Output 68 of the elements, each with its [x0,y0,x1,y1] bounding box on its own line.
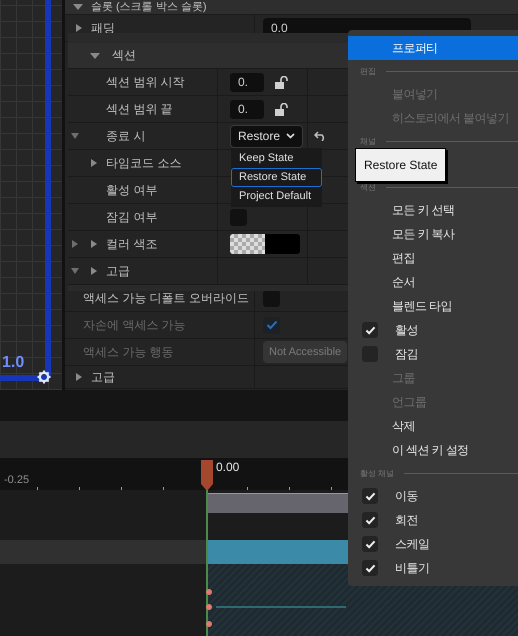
collapse-arrow-icon[interactable] [70,266,80,276]
checkbox[interactable] [362,560,378,576]
checkmark-icon [364,492,376,500]
expand-arrow-icon[interactable] [90,158,98,168]
property-label: 잠김 여부 [106,208,158,226]
dropdown-option[interactable]: Project Default [231,187,322,206]
menu-section-heading: 활성 채널 [360,468,394,478]
checkmark-icon [364,516,376,524]
checkbox[interactable] [362,322,378,338]
caret-icon [286,133,296,139]
checkbox[interactable] [362,536,378,552]
menu-section-heading: 채널 [360,136,376,146]
expand-arrow-icon[interactable] [75,23,83,33]
menu-item[interactable]: 삭제 [348,414,518,438]
expand-arrow-icon[interactable] [75,372,83,382]
collapse-arrow-icon[interactable] [70,131,80,141]
menu-item[interactable]: 활성 [348,318,518,342]
unlock-icon[interactable] [274,76,288,88]
category-header[interactable]: 슬롯 (스크롤 박스 슬롯) [65,0,518,15]
reset-icon[interactable] [314,131,327,141]
menu-item[interactable]: 순서 [348,270,518,294]
menu-item[interactable]: 비틀기 [348,556,518,580]
end-behavior-dropdown[interactable]: Restore [230,124,304,148]
menu-item[interactable]: 모든 키 복사 [348,222,518,246]
menu-item[interactable]: 잠김 [348,342,518,366]
menu-item[interactable]: 모든 키 선택 [348,198,518,222]
ruler-label: -0.25 [4,474,30,486]
checkmark-icon [266,320,278,330]
checkmark-icon [364,326,376,334]
section-header[interactable]: 섹션 [112,47,136,64]
collapse-arrow-icon[interactable] [73,4,83,10]
property-label: 섹션 범위 끝 [106,100,173,118]
checkbox[interactable] [362,488,378,504]
property-label: 타임코드 소스 [106,154,182,172]
property-label: 고급 [106,262,130,280]
gear-icon[interactable] [37,370,51,384]
collapse-arrow-icon[interactable] [90,52,100,58]
menu-item[interactable]: 회전 [348,508,518,532]
property-label: 활성 여부 [106,182,158,198]
playhead-marker[interactable] [200,459,214,492]
expand-arrow-icon[interactable] [90,239,98,249]
playhead-time: 0.00 [216,460,240,474]
property-label: 종료 시 [106,128,146,144]
expand-arrow-icon[interactable] [90,266,98,276]
menu-section-heading: 편집 [360,66,376,76]
scale-label: 1.0 [2,354,24,372]
menu-section-heading: 섹션 [360,182,376,192]
property-label: 액세스 가능 행동 [82,344,174,360]
menu-item[interactable]: 블렌드 타입 [348,294,518,318]
property-label: 고급 [91,368,115,386]
number-field[interactable]: 0. [230,72,264,92]
color-swatch[interactable] [230,234,300,254]
dropdown-option[interactable]: Keep State [231,149,322,168]
property-label: 액세스 가능 디폴트 오버라이드 [82,290,250,306]
property-label: 컬러 색조 [106,236,158,252]
tooltip: Restore State [355,148,446,182]
menu-item[interactable]: 프로퍼티 [348,36,518,60]
checkbox[interactable] [362,512,378,528]
menu-item[interactable]: 편집 [348,246,518,270]
menu-item[interactable]: 스케일 [348,532,518,556]
number-field[interactable]: 0. [230,100,264,118]
dropdown-option[interactable]: Restore State [231,168,322,187]
checkmark-icon [364,564,376,572]
property-label: 섹션 범위 시작 [106,74,185,90]
property-label: 자손에 액세스 가능 [82,316,186,334]
unlock-icon[interactable] [274,102,288,116]
checkmark-icon [364,540,376,548]
expand-arrow-icon[interactable] [70,239,80,249]
